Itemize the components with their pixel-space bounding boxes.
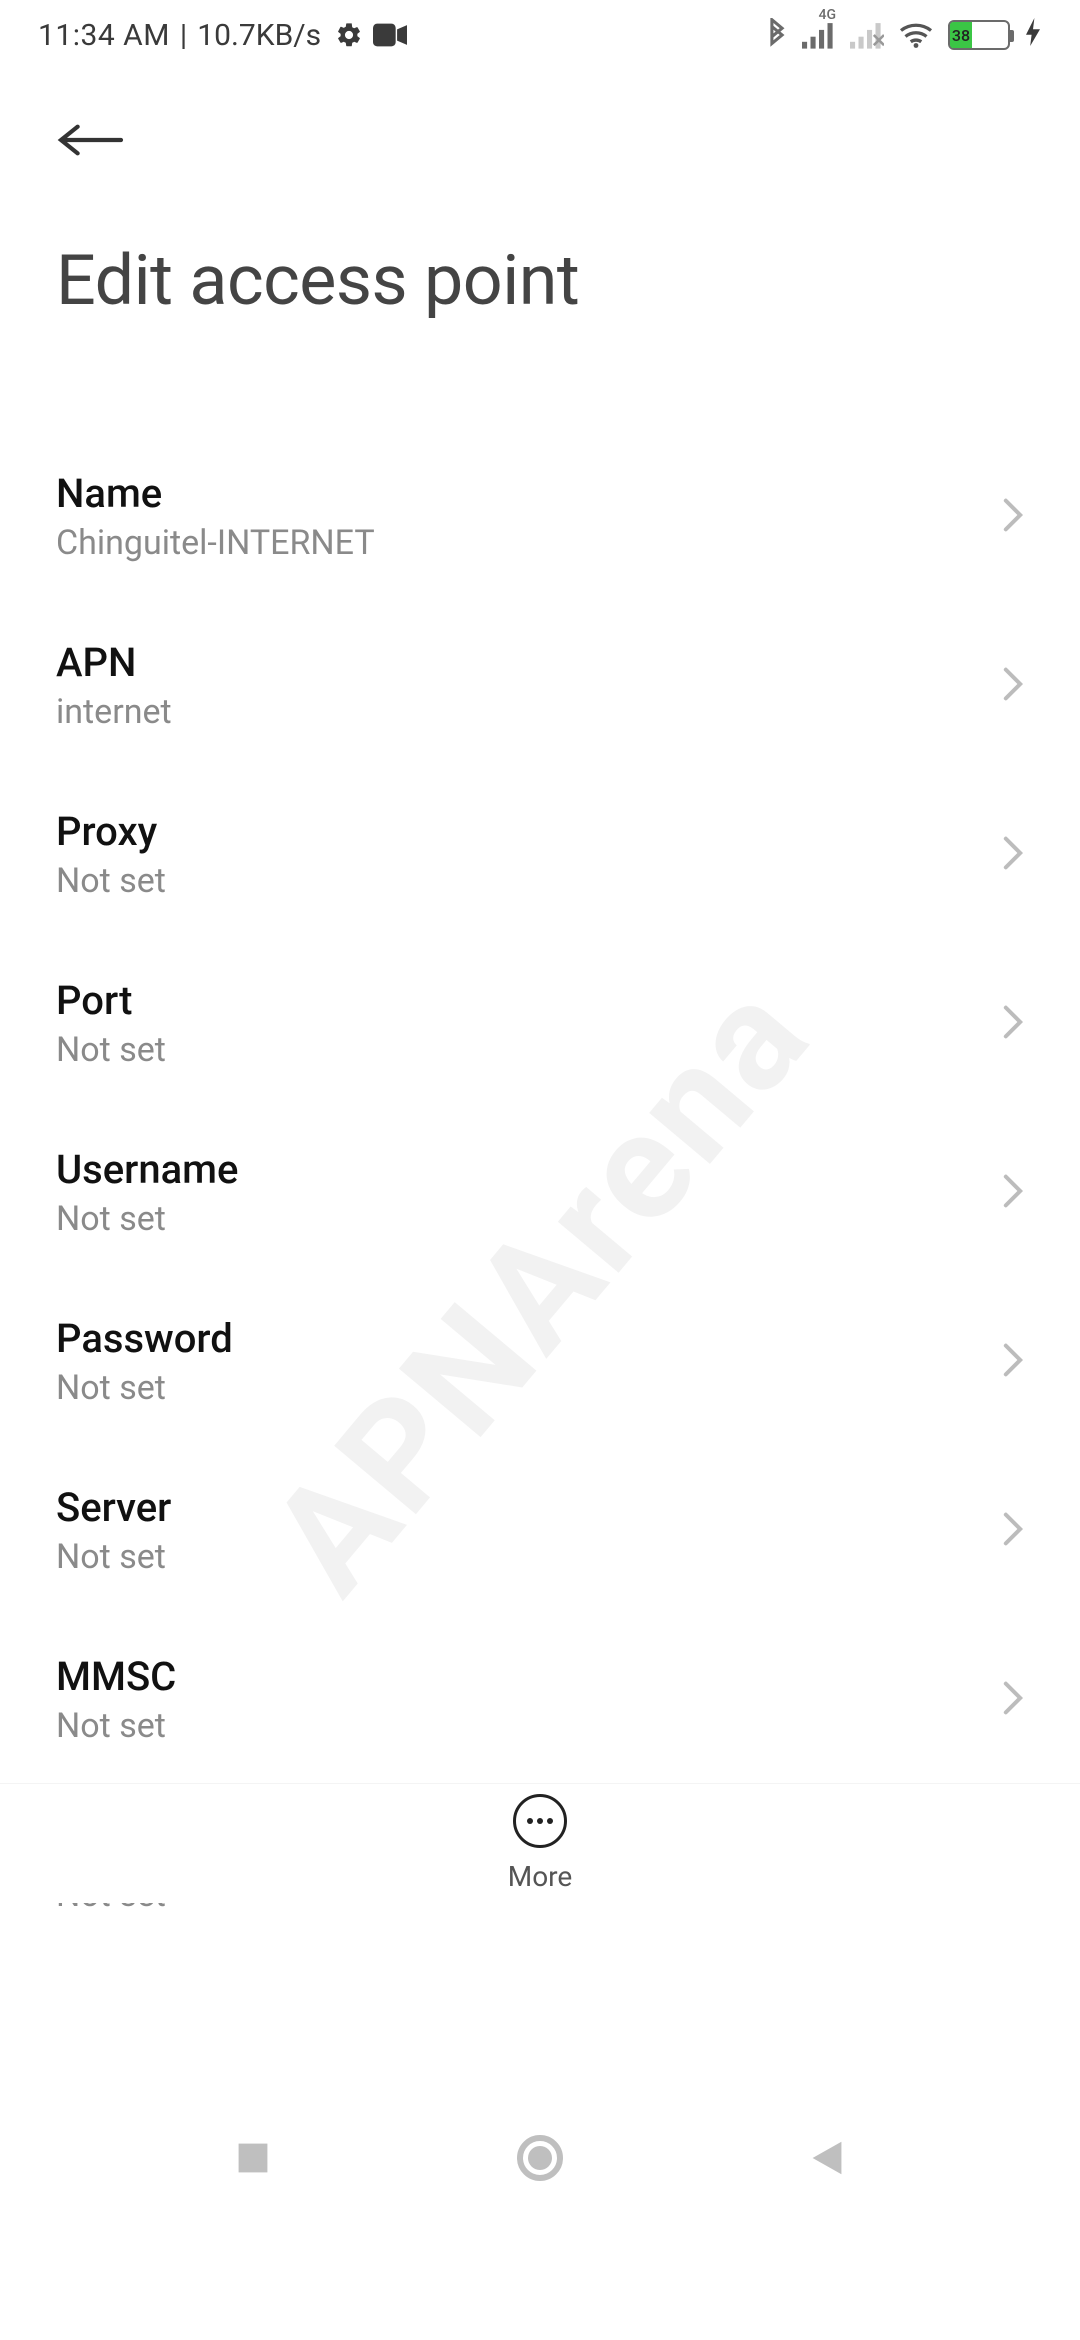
nav-home-button[interactable]: [510, 2128, 570, 2188]
row-label: Password: [56, 1315, 233, 1362]
row-value: Not set: [56, 1199, 238, 1239]
row-proxy[interactable]: Proxy Not set: [0, 770, 1080, 939]
navigation-bar: [0, 2073, 1080, 2243]
nav-recents-button[interactable]: [223, 2128, 283, 2188]
chevron-right-icon: [1002, 1004, 1024, 1044]
chevron-right-icon: [1002, 1680, 1024, 1720]
arrow-left-icon: [56, 120, 126, 160]
row-label: Server: [56, 1484, 171, 1531]
row-apn[interactable]: APN internet: [0, 601, 1080, 770]
wifi-icon: [898, 21, 934, 49]
battery-percent: 38: [952, 26, 970, 45]
row-value: internet: [56, 692, 172, 732]
row-server[interactable]: Server Not set: [0, 1446, 1080, 1615]
video-camera-icon: [373, 23, 407, 47]
chevron-right-icon: [1002, 1342, 1024, 1382]
row-value: Chinguitel-INTERNET: [56, 523, 375, 563]
row-label: APN: [56, 639, 172, 686]
back-button[interactable]: [56, 110, 136, 170]
bottom-toolbar: More: [0, 1783, 1080, 1903]
triangle-left-icon: [809, 2138, 845, 2178]
chevron-right-icon: [1002, 835, 1024, 875]
network-type-label: 4G: [819, 7, 837, 23]
row-name[interactable]: Name Chinguitel-INTERNET: [0, 432, 1080, 601]
row-port[interactable]: Port Not set: [0, 939, 1080, 1108]
settings-gear-icon: [335, 21, 363, 49]
status-data-rate: 10.7KB/s: [197, 18, 321, 53]
dot-icon: [547, 1818, 553, 1824]
row-mmsc[interactable]: MMSC Not set: [0, 1615, 1080, 1784]
page-title: Edit access point: [56, 240, 1030, 322]
more-label: More: [508, 1860, 573, 1893]
row-label: Username: [56, 1146, 238, 1193]
chevron-right-icon: [1002, 1173, 1024, 1213]
chevron-right-icon: [1002, 497, 1024, 537]
more-button[interactable]: [513, 1794, 567, 1848]
charging-bolt-icon: [1026, 18, 1040, 52]
square-icon: [235, 2140, 271, 2176]
bluetooth-icon: [766, 18, 788, 52]
row-label: Proxy: [56, 808, 166, 855]
row-value: Not set: [56, 1706, 176, 1746]
dot-icon: [527, 1818, 533, 1824]
row-username[interactable]: Username Not set: [0, 1108, 1080, 1277]
signal-sim2-icon: [850, 21, 884, 49]
chevron-right-icon: [1002, 1511, 1024, 1551]
row-value: Not set: [56, 861, 166, 901]
row-label: MMSC: [56, 1653, 176, 1700]
status-time: 11:34 AM: [38, 18, 170, 53]
row-value: Not set: [56, 1030, 166, 1070]
status-bar: 11:34 AM | 10.7KB/s 4G 38: [0, 0, 1080, 70]
row-value: Not set: [56, 1537, 171, 1577]
signal-sim1-icon: 4G: [802, 21, 836, 49]
nav-back-button[interactable]: [797, 2128, 857, 2188]
row-value: Not set: [56, 1368, 233, 1408]
circle-icon: [516, 2134, 564, 2182]
status-separator: |: [180, 18, 187, 53]
row-label: Port: [56, 977, 166, 1024]
chevron-right-icon: [1002, 666, 1024, 706]
battery-icon: 38: [948, 20, 1010, 50]
settings-list: Name Chinguitel-INTERNET APN internet Pr…: [0, 432, 1080, 1953]
dot-icon: [537, 1818, 543, 1824]
row-label: Name: [56, 470, 375, 517]
row-password[interactable]: Password Not set: [0, 1277, 1080, 1446]
